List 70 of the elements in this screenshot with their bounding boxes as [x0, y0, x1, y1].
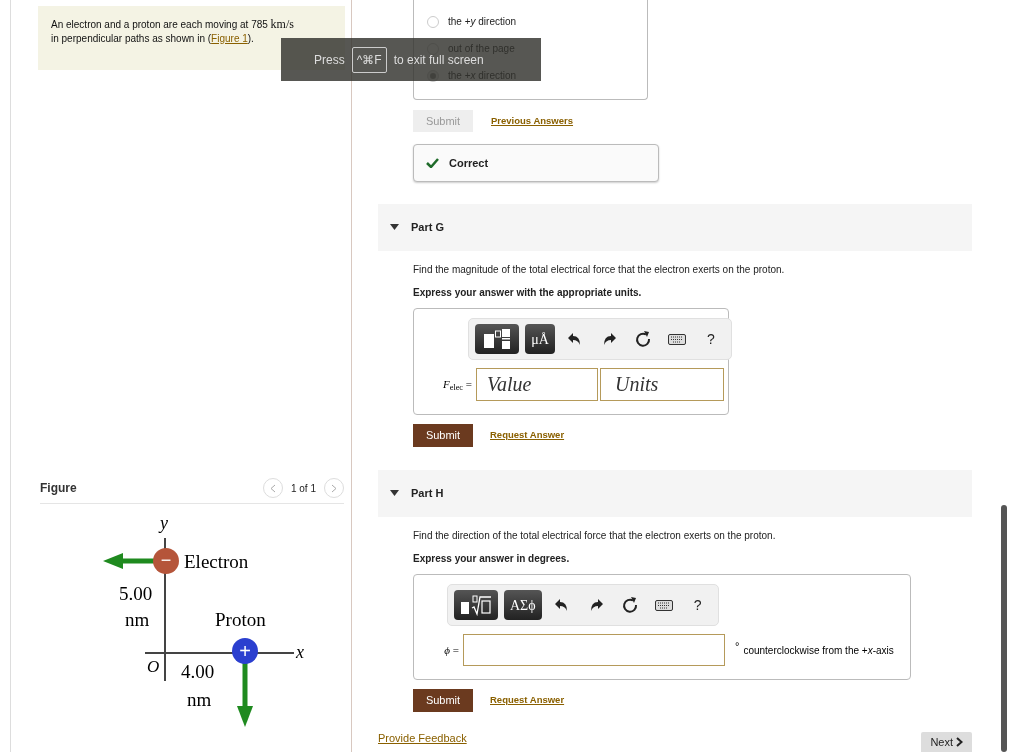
instruction-text: Express your answer in degrees. — [413, 552, 571, 566]
undo-icon — [554, 599, 569, 611]
option-label: the +y direction — [448, 15, 517, 29]
redo-icon — [602, 333, 616, 345]
answer-label: ϕ = — [443, 642, 460, 658]
notice-text: to exit full screen — [393, 52, 484, 69]
caret-down-icon — [390, 223, 399, 232]
symbols-button[interactable]: ΑΣϕ — [504, 590, 542, 620]
reset-icon — [621, 597, 638, 613]
part-title: Part G — [411, 220, 444, 236]
previous-answers-link[interactable]: Previous Answers — [491, 113, 574, 129]
template-button[interactable] — [475, 324, 519, 354]
request-answer-link[interactable]: Request Answer — [490, 428, 565, 443]
units-field[interactable]: Units — [600, 368, 724, 401]
reset-icon — [635, 331, 651, 347]
degree-symbol: ° — [735, 638, 740, 654]
problem-text: An electron and a proton are each moving at 785 km/s in perpendicular paths as shown in (Figure 1). — [51, 17, 295, 46]
figure-link[interactable]: Figure 1 — [211, 33, 248, 44]
scrollbar-thumb[interactable] — [1001, 505, 1007, 752]
next-button[interactable]: Next — [921, 732, 972, 752]
unit-text: counterclockwise from the +x-axis — [743, 643, 894, 658]
part-header[interactable]: Part G — [378, 204, 972, 251]
answer-field[interactable] — [463, 634, 725, 666]
request-answer-link[interactable]: Request Answer — [490, 693, 565, 708]
instruction-text: Express your answer with the appropriate units. — [413, 286, 643, 300]
keyboard-icon — [668, 333, 686, 345]
check-icon — [426, 158, 439, 168]
chevron-left-icon — [269, 483, 276, 493]
submit-button[interactable]: Submit — [413, 424, 473, 447]
radio-button[interactable] — [427, 15, 439, 28]
electron-particle — [153, 548, 179, 574]
proton-arrow — [237, 661, 253, 727]
part-header[interactable]: Part H — [378, 470, 972, 517]
proton-particle — [232, 638, 258, 664]
figure-title: Figure — [40, 480, 77, 497]
x-axis-label: x — [296, 642, 304, 662]
symbols-button[interactable]: μÅ — [525, 324, 555, 354]
caret-down-icon — [390, 489, 399, 498]
figure-pager: 1 of 1 — [290, 481, 316, 496]
chevron-right-icon — [956, 737, 963, 747]
question-text: Find the magnitude of the total electrical force that the electron exerts on the proton. — [413, 263, 786, 277]
question-text: Find the direction of the total electrical force that the electron exerts on the proton. — [413, 529, 777, 543]
chevron-right-icon — [331, 483, 337, 493]
part-title: Part H — [411, 486, 444, 502]
root-template-icon — [459, 594, 493, 616]
y-unit-label: nm — [125, 609, 150, 630]
redo-icon — [588, 599, 603, 611]
help-button[interactable]: ? — [697, 325, 725, 353]
x-unit-label: nm — [187, 689, 212, 710]
electron-sign: − — [160, 550, 172, 570]
feedback-link[interactable]: Provide Feedback — [378, 729, 467, 746]
notice-text: Press — [314, 51, 345, 69]
proton-sign: + — [239, 640, 251, 662]
proton-label: Proton — [215, 609, 266, 630]
undo-icon — [568, 333, 582, 345]
value-field[interactable]: Value — [476, 368, 598, 401]
answer-label: F$_{elec}$ = — [442, 377, 473, 393]
submit-button: Submit — [413, 110, 473, 132]
fraction-template-icon — [482, 328, 512, 350]
origin-label: O — [147, 657, 160, 676]
shortcut-key: ^⌘F — [351, 46, 387, 73]
y-distance-label: 5.00 — [119, 583, 153, 604]
keyboard-icon — [654, 599, 673, 611]
result-text: Correct — [449, 155, 489, 171]
help-button[interactable]: ? — [683, 591, 712, 619]
x-distance-label: 4.00 — [181, 661, 215, 682]
submit-button[interactable]: Submit — [413, 689, 473, 712]
electron-label: Electron — [184, 551, 249, 572]
template-button[interactable] — [454, 590, 498, 620]
y-axis-label: y — [160, 516, 168, 533]
